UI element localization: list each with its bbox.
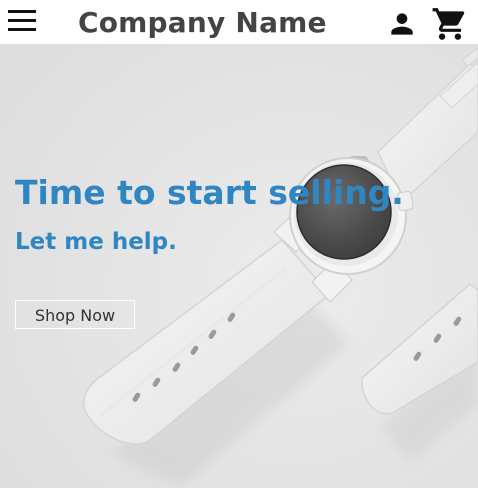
menu-icon-bar-bottom (8, 28, 36, 31)
account-icon (391, 13, 413, 35)
shop-now-button[interactable]: Shop Now (15, 300, 135, 329)
smartwatch-image (0, 44, 478, 488)
hero-banner: Time to start selling. Let me help. Shop… (0, 44, 478, 488)
shopping-cart-icon (432, 8, 465, 40)
hero-headline: Time to start selling. (15, 173, 404, 212)
hero-subheadline: Let me help. (15, 229, 177, 255)
cart-button[interactable] (430, 5, 470, 43)
brand-name[interactable]: Company Name (78, 4, 327, 42)
top-navigation-bar: Company Name (0, 0, 478, 44)
menu-button[interactable] (8, 10, 36, 34)
page: Company Name Time to start selling. Let … (0, 0, 478, 488)
menu-icon-bar-middle (8, 19, 36, 22)
menu-icon-bar-top (8, 10, 36, 13)
account-button[interactable] (386, 8, 418, 40)
